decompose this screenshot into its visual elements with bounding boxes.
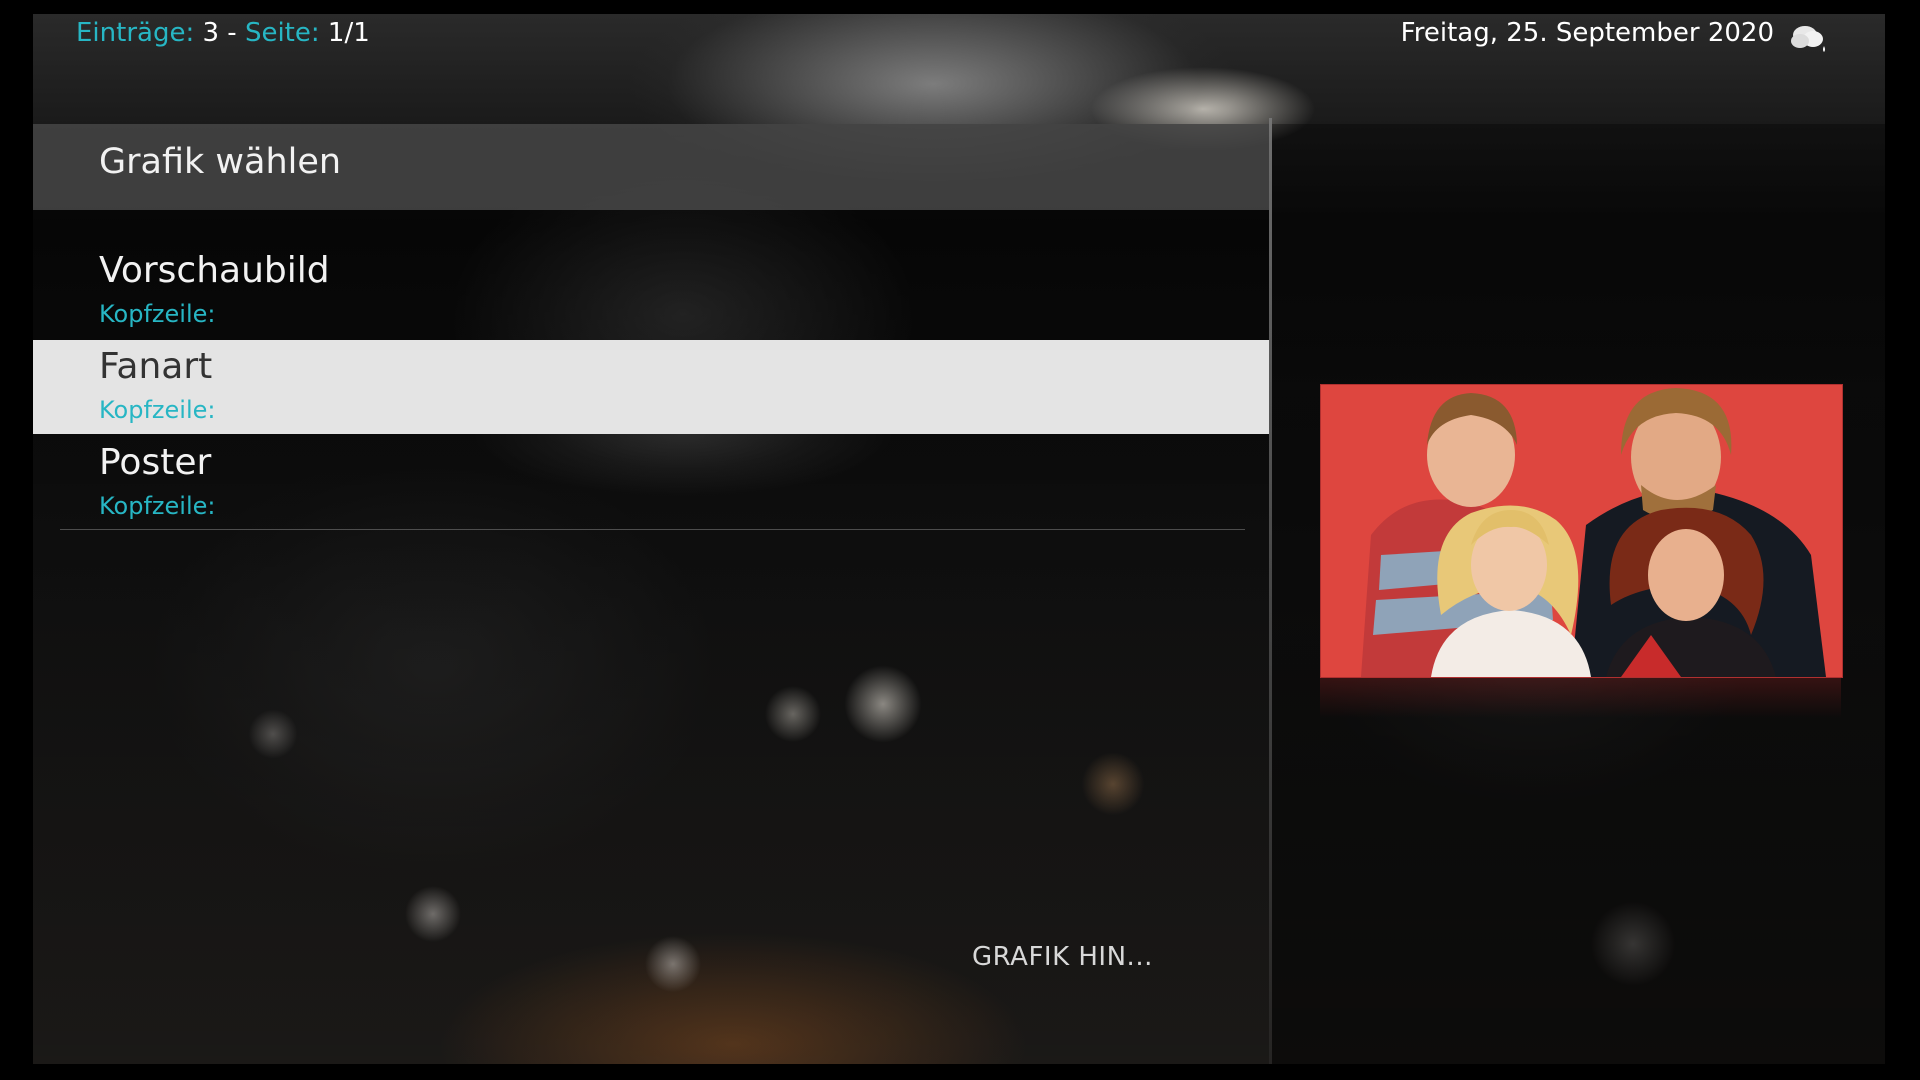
preview-reflection <box>1320 678 1841 718</box>
list-divider <box>60 529 1245 530</box>
dialog-title: Grafik wählen <box>99 142 342 182</box>
list-item-subtitle: Kopfzeile: <box>99 300 216 328</box>
list-item-vorschaubild[interactable]: Vorschaubild Kopfzeile: <box>33 244 1269 338</box>
band-photo-artwork <box>1321 385 1842 677</box>
list-item-subtitle: Kopfzeile: <box>99 396 216 424</box>
page-value: 1/1 <box>327 18 370 48</box>
panel-divider <box>1269 118 1272 1064</box>
list-item-subtitle: Kopfzeile: <box>99 492 216 520</box>
cloud-rain-icon <box>1788 20 1828 56</box>
list-item-title: Fanart <box>99 346 213 387</box>
grafik-hinzufuegen-button[interactable]: GRAFIK HIN... <box>972 942 1153 972</box>
entry-counter: Einträge: 3 - Seite: 1/1 <box>76 18 370 48</box>
counter-separator: - <box>227 18 237 48</box>
list-item-poster[interactable]: Poster Kopfzeile: <box>33 436 1269 530</box>
list-item-title: Poster <box>99 442 212 483</box>
fanart-preview-image <box>1320 384 1843 678</box>
list-item-fanart[interactable]: Fanart Kopfzeile: <box>33 340 1269 434</box>
dialog-header: Grafik wählen <box>33 124 1269 210</box>
entries-label: Einträge: <box>76 18 195 48</box>
date-display: Freitag, 25. September 2020 <box>1400 18 1774 48</box>
page-label: Seite: <box>244 18 320 48</box>
entries-value: 3 <box>202 18 220 48</box>
list-item-title: Vorschaubild <box>99 250 330 291</box>
